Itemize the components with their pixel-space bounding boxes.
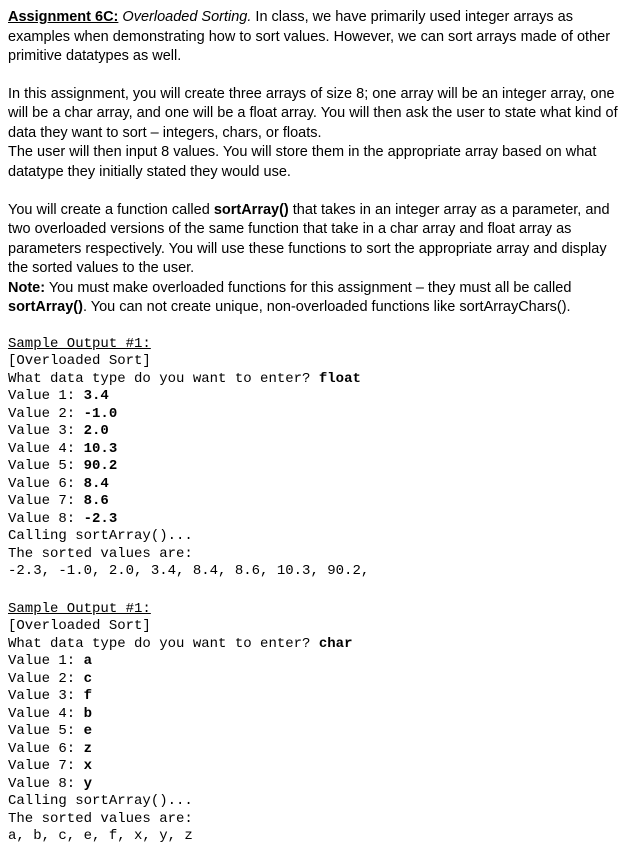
sorted-label-1: The sorted values are: [8,546,623,564]
value-label: Value 5: [8,723,84,739]
value-label: Value 4: [8,441,84,457]
value-label: Value 7: [8,493,84,509]
sample-value-row: Value 2: -1.0 [8,406,623,424]
sample-value-row: Value 7: x [8,758,623,776]
value-input: x [84,758,92,774]
sample-prompt-1: What data type do you want to enter? [8,371,319,387]
sample-header-1: [Overloaded Sort] [8,353,623,371]
value-label: Value 6: [8,476,84,492]
paragraph-2: In this assignment, you will create thre… [8,85,623,183]
value-label: Value 1: [8,653,84,669]
sample-heading-2: Sample Output #1: [8,601,623,619]
value-label: Value 1: [8,388,84,404]
paragraph-3a: You will create a function called [8,202,214,218]
value-input: a [84,653,92,669]
sample-value-row: Value 5: 90.2 [8,458,623,476]
assignment-label: Assignment 6C: [8,9,118,25]
value-label: Value 3: [8,423,84,439]
sample-value-row: Value 3: 2.0 [8,423,623,441]
value-label: Value 5: [8,458,84,474]
value-label: Value 2: [8,671,84,687]
value-input: 90.2 [84,458,118,474]
sample-value-row: Value 1: a [8,653,623,671]
value-input: e [84,723,92,739]
sample-prompt-2: What data type do you want to enter? [8,636,319,652]
value-input: -2.3 [84,511,118,527]
sorted-values-1: -2.3, -1.0, 2.0, 3.4, 8.4, 8.6, 10.3, 90… [8,563,623,581]
value-input: c [84,671,92,687]
value-input: 8.6 [84,493,109,509]
value-label: Value 8: [8,511,84,527]
sample-value-row: Value 2: c [8,671,623,689]
note-text-a: You must make overloaded functions for t… [45,280,571,296]
sample-output-2: Sample Output #1: [Overloaded Sort] What… [8,601,623,846]
sample-value-row: Value 6: z [8,741,623,759]
value-input: f [84,688,92,704]
value-input: 2.0 [84,423,109,439]
sorted-values-2: a, b, c, e, f, x, y, z [8,828,623,846]
value-label: Value 8: [8,776,84,792]
sample-value-row: Value 4: b [8,706,623,724]
paragraph-2b: The user will then input 8 values. You w… [8,144,596,180]
value-label: Value 6: [8,741,84,757]
sample-value-row: Value 6: 8.4 [8,476,623,494]
sample-output-1: Sample Output #1: [Overloaded Sort] What… [8,336,623,581]
value-input: b [84,706,92,722]
assignment-title: Overloaded Sorting. [122,9,251,25]
sample-value-row: Value 8: y [8,776,623,794]
sample-value-row: Value 5: e [8,723,623,741]
note-function-name: sortArray() [8,299,83,315]
sample-value-row: Value 7: 8.6 [8,493,623,511]
function-name: sortArray() [214,202,289,218]
value-input: 3.4 [84,388,109,404]
sorted-label-2: The sorted values are: [8,811,623,829]
value-input: 10.3 [84,441,118,457]
value-input: y [84,776,92,792]
value-label: Value 4: [8,706,84,722]
sample-answer-1: float [319,371,361,387]
value-label: Value 7: [8,758,84,774]
sample-value-row: Value 1: 3.4 [8,388,623,406]
value-label: Value 2: [8,406,84,422]
calling-line-1: Calling sortArray()... [8,528,623,546]
paragraph-3: You will create a function called sortAr… [8,201,623,318]
sample-value-row: Value 8: -2.3 [8,511,623,529]
note-text-b: . You can not create unique, non-overloa… [83,299,571,315]
sample-heading-1: Sample Output #1: [8,336,623,354]
sample-prompt-line-2: What data type do you want to enter? cha… [8,636,623,654]
value-label: Value 3: [8,688,84,704]
sample-header-2: [Overloaded Sort] [8,618,623,636]
note-label: Note: [8,280,45,296]
sample-answer-2: char [319,636,353,652]
paragraph-2a: In this assignment, you will create thre… [8,86,618,141]
value-input: 8.4 [84,476,109,492]
value-input: -1.0 [84,406,118,422]
sample-value-row: Value 4: 10.3 [8,441,623,459]
calling-line-2: Calling sortArray()... [8,793,623,811]
sample-value-row: Value 3: f [8,688,623,706]
assignment-intro: Assignment 6C: Overloaded Sorting. In cl… [8,8,623,67]
sample-prompt-line-1: What data type do you want to enter? flo… [8,371,623,389]
value-input: z [84,741,92,757]
